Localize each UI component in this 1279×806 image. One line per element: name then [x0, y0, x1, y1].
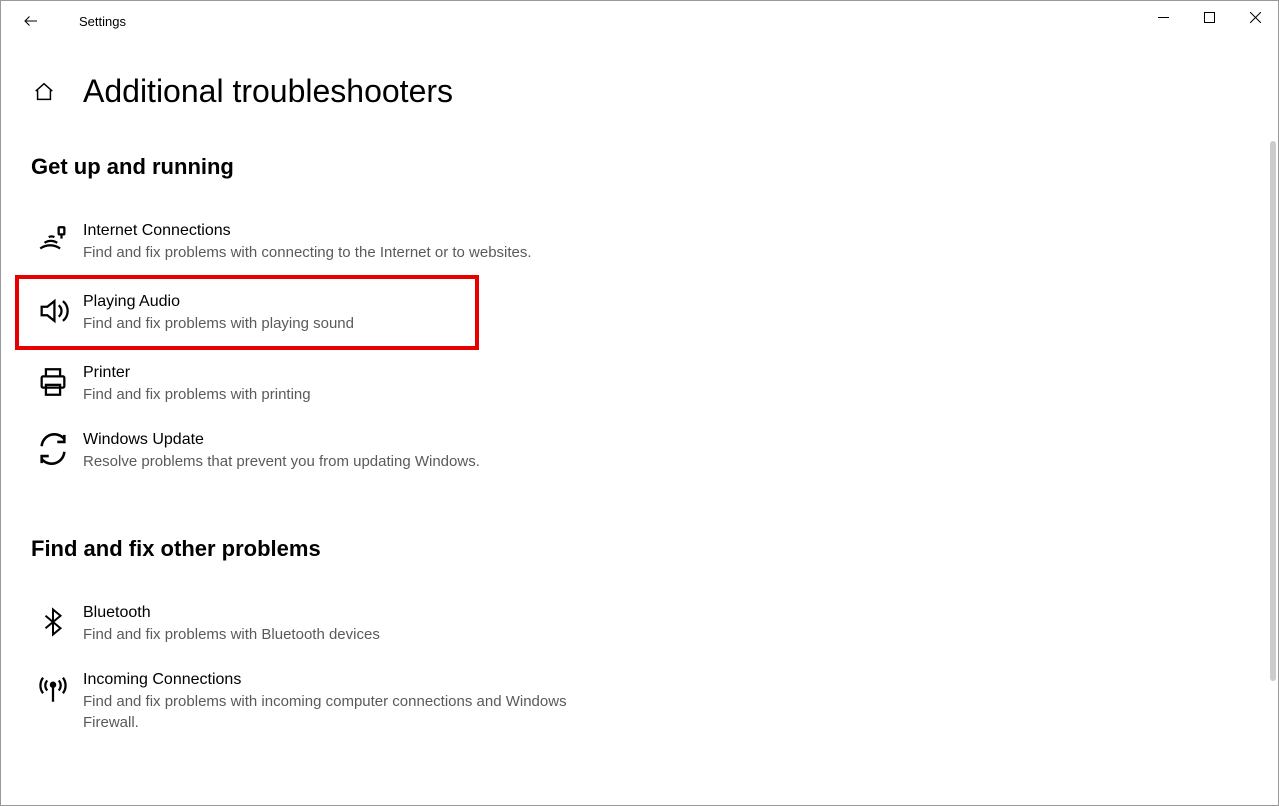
minimize-button[interactable]	[1140, 1, 1186, 33]
item-printer[interactable]: Printer Find and fix problems with print…	[31, 350, 591, 417]
content-area: Additional troubleshooters Get up and ru…	[1, 41, 1278, 745]
item-text: Printer Find and fix problems with print…	[83, 362, 583, 405]
item-desc: Find and fix problems with connecting to…	[83, 242, 583, 263]
item-internet-connections[interactable]: Internet Connections Find and fix proble…	[31, 208, 591, 275]
item-title: Printer	[83, 364, 583, 382]
speaker-icon	[33, 291, 73, 331]
page-header: Additional troubleshooters	[31, 73, 1238, 110]
internet-icon	[33, 220, 73, 260]
item-text: Internet Connections Find and fix proble…	[83, 220, 583, 263]
item-desc: Find and fix problems with playing sound	[83, 313, 467, 334]
section-title-running: Get up and running	[31, 154, 1238, 180]
antenna-icon	[33, 669, 73, 709]
titlebar: Settings	[1, 1, 1278, 41]
app-title: Settings	[79, 14, 126, 29]
item-text: Bluetooth Find and fix problems with Blu…	[83, 602, 583, 645]
item-text: Incoming Connections Find and fix proble…	[83, 669, 583, 733]
item-title: Incoming Connections	[83, 671, 583, 689]
item-text: Windows Update Resolve problems that pre…	[83, 429, 583, 472]
item-text: Playing Audio Find and fix problems with…	[83, 291, 467, 334]
other-items: Bluetooth Find and fix problems with Blu…	[31, 590, 591, 745]
update-icon	[33, 429, 73, 469]
back-button[interactable]	[19, 9, 43, 33]
item-title: Bluetooth	[83, 604, 583, 622]
running-items: Internet Connections Find and fix proble…	[31, 208, 591, 484]
item-title: Playing Audio	[83, 293, 467, 311]
section-title-other: Find and fix other problems	[31, 536, 1238, 562]
item-incoming-connections[interactable]: Incoming Connections Find and fix proble…	[31, 657, 591, 745]
close-button[interactable]	[1232, 1, 1278, 33]
item-title: Internet Connections	[83, 222, 583, 240]
bluetooth-icon	[33, 602, 73, 642]
home-icon[interactable]	[31, 79, 57, 105]
item-bluetooth[interactable]: Bluetooth Find and fix problems with Blu…	[31, 590, 591, 657]
item-desc: Find and fix problems with incoming comp…	[83, 691, 583, 733]
window-controls	[1140, 1, 1278, 33]
item-desc: Resolve problems that prevent you from u…	[83, 451, 583, 472]
item-playing-audio[interactable]: Playing Audio Find and fix problems with…	[15, 275, 479, 350]
item-windows-update[interactable]: Windows Update Resolve problems that pre…	[31, 417, 591, 484]
item-desc: Find and fix problems with printing	[83, 384, 583, 405]
item-desc: Find and fix problems with Bluetooth dev…	[83, 624, 583, 645]
scrollbar[interactable]	[1270, 141, 1276, 681]
maximize-button[interactable]	[1186, 1, 1232, 33]
page-title: Additional troubleshooters	[83, 73, 453, 110]
printer-icon	[33, 362, 73, 402]
item-title: Windows Update	[83, 431, 583, 449]
